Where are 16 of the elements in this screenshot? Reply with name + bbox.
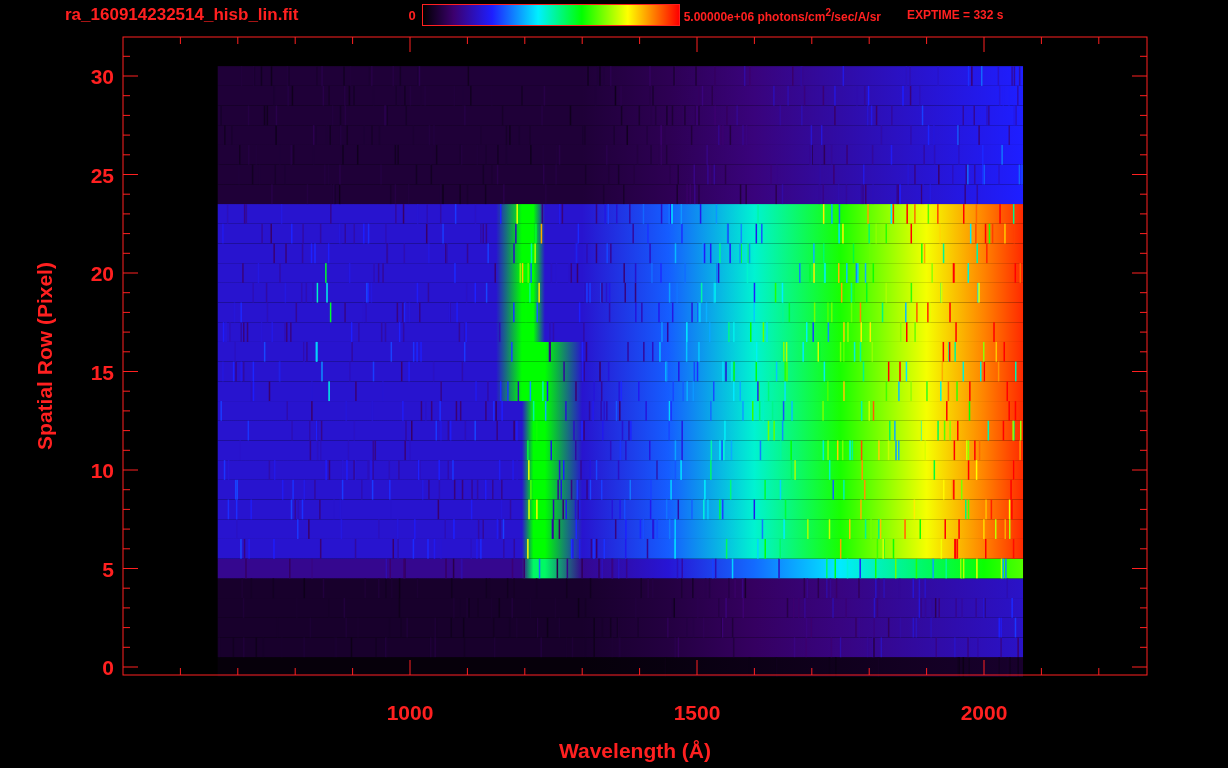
- x-tick-label: 1000: [386, 701, 434, 724]
- x-tick-label: 1500: [673, 701, 721, 724]
- x-tick-label: 2000: [960, 701, 1008, 724]
- y-tick-label: 5: [102, 557, 114, 581]
- y-tick-label: 20: [90, 262, 114, 285]
- x-axis-title: Wavelength (Å): [558, 739, 712, 762]
- exposure-time: EXPTIME = 332 s: [907, 8, 1004, 22]
- colorbar-min-label: 0: [408, 7, 416, 23]
- file-title: ra_160914232514_hisb_lin.fit: [65, 5, 299, 25]
- y-axis-title: Spatial Row (Pixel): [33, 262, 56, 450]
- y-tick-label: 15: [90, 360, 114, 384]
- y-tick-label: 25: [90, 163, 114, 187]
- y-tick-label: 30: [90, 65, 114, 88]
- y-tick-label: 10: [90, 459, 114, 482]
- colorbar-max-label: 5.00000e+06 photons/cm$^{2}$/sec/A/sr: [683, 6, 882, 24]
- y-tick-label: 0: [102, 656, 114, 679]
